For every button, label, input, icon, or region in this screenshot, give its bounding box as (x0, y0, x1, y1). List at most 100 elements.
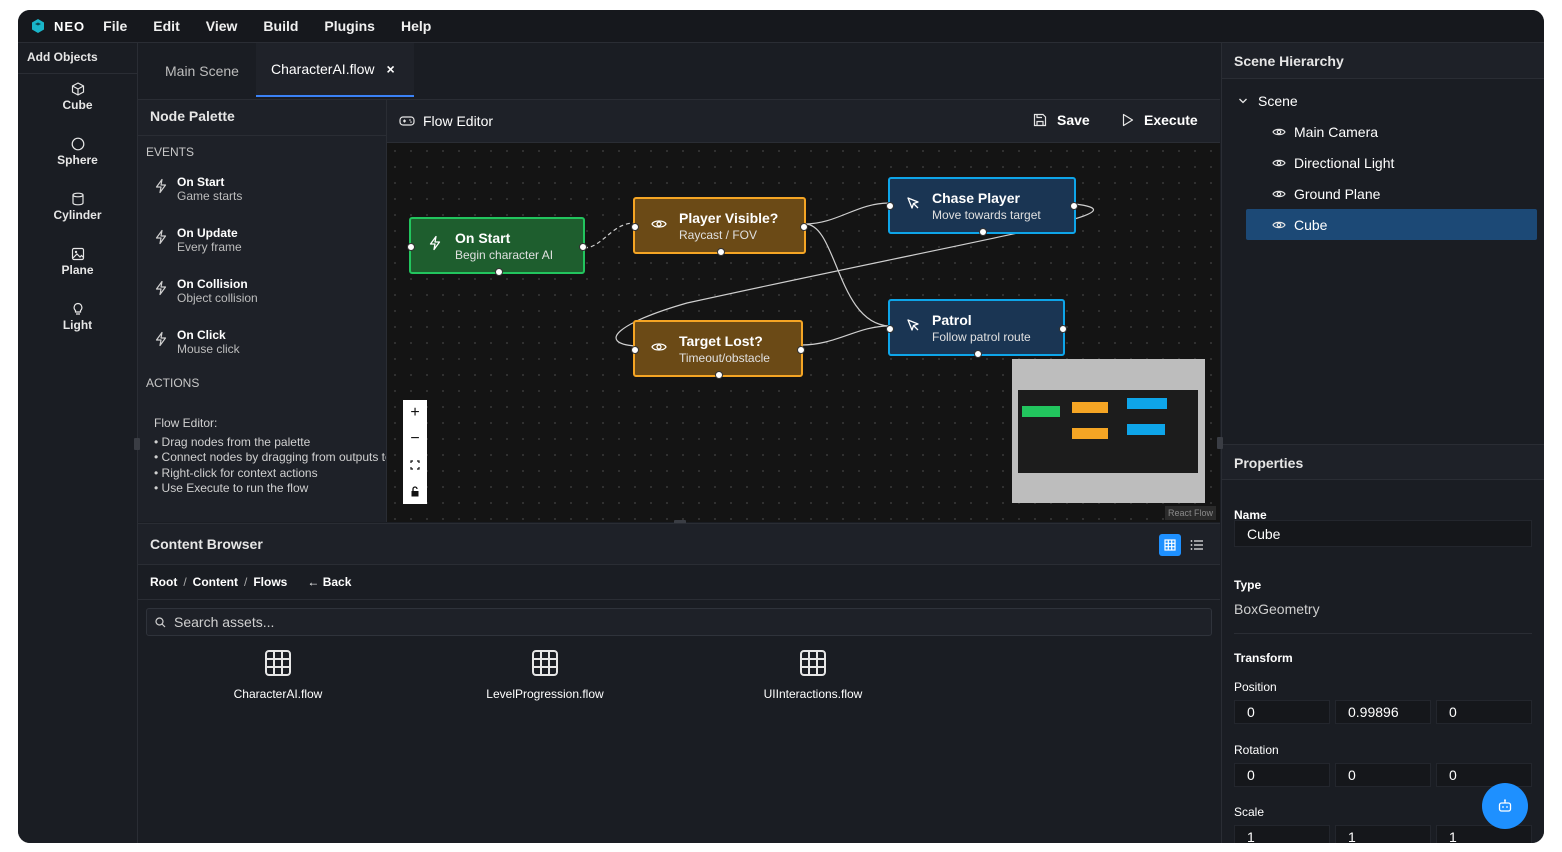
flow-editor-help-tooltip: Flow Editor: • Drag nodes from the palet… (154, 416, 386, 497)
tree-root-scene[interactable]: Scene (1222, 85, 1544, 116)
tree-item-ground-plane[interactable]: Ground Plane (1222, 178, 1544, 209)
breadcrumb-flows[interactable]: Flows (253, 575, 287, 589)
circle-icon (71, 137, 84, 151)
output-handle[interactable] (797, 346, 805, 354)
image-icon (71, 247, 84, 261)
list-view-button[interactable] (1186, 534, 1208, 556)
editor-tabs: Main Scene CharacterAI.flow × (138, 43, 1220, 100)
robot-icon (1498, 799, 1512, 812)
add-light-button[interactable]: Light (18, 302, 137, 349)
eye-icon[interactable] (1272, 127, 1286, 137)
bottom-handle[interactable] (974, 350, 982, 358)
menu-file[interactable]: File (103, 18, 127, 34)
menu-plugins[interactable]: Plugins (324, 18, 375, 34)
scale-z-input[interactable]: 1 (1436, 825, 1532, 843)
right-resize-handle[interactable] (1217, 437, 1223, 449)
palette-node-on-update[interactable]: On Update Every frame (138, 214, 386, 265)
scale-y-input[interactable]: 1 (1335, 825, 1431, 843)
flow-canvas[interactable]: On Start Begin character AI Player Visibl… (387, 143, 1220, 522)
input-handle[interactable] (886, 202, 894, 210)
rotation-x-input[interactable]: 0 (1234, 763, 1330, 787)
execute-button[interactable]: Execute (1122, 112, 1198, 128)
output-handle[interactable] (800, 223, 808, 231)
left-resize-handle[interactable] (134, 438, 140, 450)
add-cylinder-button[interactable]: Cylinder (18, 192, 137, 239)
output-handle[interactable] (579, 243, 587, 251)
tab-characterai-flow[interactable]: CharacterAI.flow × (256, 43, 414, 97)
breadcrumb-content[interactable]: Content (193, 575, 238, 589)
input-handle[interactable] (886, 325, 894, 333)
tree-item-label: Ground Plane (1294, 185, 1381, 202)
grid-view-button[interactable] (1159, 534, 1181, 556)
assistant-button[interactable] (1482, 783, 1528, 829)
palette-node-on-collision[interactable]: On Collision Object collision (138, 265, 386, 316)
flow-node-player-visible[interactable]: Player Visible? Raycast / FOV (631, 197, 808, 256)
fit-view-button[interactable] (403, 452, 427, 478)
tree-item-cube-selected[interactable]: Cube (1246, 209, 1537, 240)
asset-name: UIInteractions.flow (763, 687, 863, 701)
rotation-z-input[interactable]: 0 (1436, 763, 1532, 787)
flow-node-chase-player[interactable]: Chase Player Move towards target (886, 177, 1078, 236)
palette-node-desc: Every frame (177, 239, 242, 254)
add-cube-button[interactable]: Cube (18, 82, 137, 129)
tree-item-main-camera[interactable]: Main Camera (1222, 116, 1544, 147)
breadcrumb: Root / Content / Flows ← Back (138, 565, 1220, 600)
name-field[interactable]: Cube (1234, 520, 1532, 547)
add-plane-button[interactable]: Plane (18, 247, 137, 294)
lightning-icon (153, 331, 173, 352)
tab-main-scene[interactable]: Main Scene (165, 43, 239, 99)
eye-icon[interactable] (1272, 158, 1286, 168)
minimap-node (1072, 428, 1108, 439)
add-objects-title: Add Objects (18, 43, 137, 74)
bottom-handle[interactable] (717, 248, 725, 256)
eye-icon[interactable] (1272, 220, 1286, 230)
palette-node-on-click[interactable]: On Click Mouse click (138, 316, 386, 367)
input-handle[interactable] (631, 346, 639, 354)
zoom-in-button[interactable]: + (403, 400, 427, 426)
bottom-handle[interactable] (495, 268, 503, 276)
scale-x-input[interactable]: 1 (1234, 825, 1330, 843)
bottom-handle[interactable] (715, 371, 723, 379)
actions-section-label: ACTIONS (146, 376, 200, 390)
menu-help[interactable]: Help (401, 18, 431, 34)
save-button[interactable]: Save (1033, 112, 1090, 128)
asset-item[interactable]: CharacterAI.flow (178, 649, 378, 701)
rotation-y-input[interactable]: 0 (1335, 763, 1431, 787)
asset-search-input[interactable] (172, 613, 776, 631)
position-z-input[interactable]: 0 (1436, 700, 1532, 724)
tree-item-directional-light[interactable]: Directional Light (1222, 147, 1544, 178)
eye-icon[interactable] (1272, 189, 1286, 199)
help-title: Flow Editor: (154, 416, 218, 430)
palette-node-on-start[interactable]: On Start Game starts (138, 163, 386, 214)
menu-build[interactable]: Build (263, 18, 298, 34)
menu-edit[interactable]: Edit (153, 18, 179, 34)
add-objects-panel: Add Objects Cube Sphere Cylinder Plane L… (18, 43, 138, 843)
asset-item[interactable]: UIInteractions.flow (713, 649, 913, 701)
flow-node-target-lost[interactable]: Target Lost? Timeout/obstacle (631, 320, 805, 379)
minimap[interactable] (1012, 359, 1205, 503)
eye-icon (651, 340, 667, 358)
back-button[interactable]: ← Back (307, 575, 351, 589)
rotation-y-value: 0 (1348, 767, 1356, 783)
output-handle[interactable] (1059, 325, 1067, 333)
flow-node-patrol[interactable]: Patrol Follow patrol route (886, 299, 1067, 358)
asset-item[interactable]: LevelProgression.flow (445, 649, 645, 701)
transform-label: Transform (1234, 651, 1293, 665)
node-title: Target Lost? (679, 332, 763, 349)
lock-button[interactable] (403, 478, 427, 504)
menu-view[interactable]: View (206, 18, 238, 34)
help-line: • Connect nodes by dragging from outputs… (154, 450, 386, 464)
input-handle[interactable] (407, 243, 415, 251)
position-x-input[interactable]: 0 (1234, 700, 1330, 724)
bottom-handle[interactable] (979, 228, 987, 236)
position-y-input[interactable]: 0.99896 (1335, 700, 1431, 724)
flow-node-on-start[interactable]: On Start Begin character AI (407, 217, 587, 276)
output-handle[interactable] (1070, 202, 1078, 210)
neo-logo-icon (32, 19, 44, 33)
react-flow-attribution[interactable]: React Flow (1165, 506, 1217, 520)
breadcrumb-root[interactable]: Root (150, 575, 177, 589)
add-sphere-button[interactable]: Sphere (18, 137, 137, 184)
close-tab-button[interactable]: × (386, 61, 394, 77)
zoom-out-button[interactable]: − (403, 426, 427, 452)
input-handle[interactable] (631, 223, 639, 231)
